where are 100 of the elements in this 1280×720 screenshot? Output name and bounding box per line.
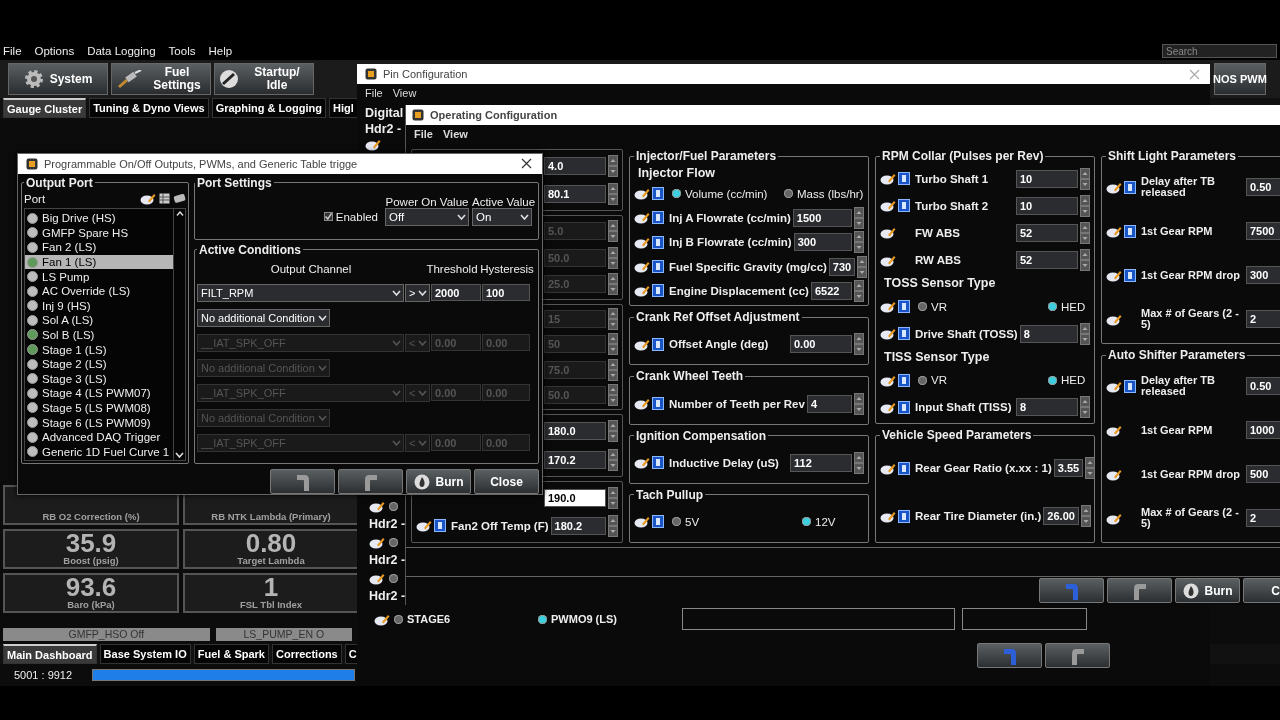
value-field[interactable]: 1500 [792, 208, 852, 227]
spin-buttons[interactable] [608, 383, 618, 406]
port-item[interactable]: AC Override (LS) [25, 283, 173, 299]
value-field[interactable]: 7500 [1246, 222, 1280, 240]
value-field[interactable]: 4 [806, 394, 852, 413]
menu-item[interactable]: Help [208, 45, 233, 57]
spin-buttons[interactable] [1080, 194, 1090, 217]
radio-button[interactable] [1048, 302, 1057, 312]
menu-item[interactable]: View [442, 128, 468, 140]
dropdown[interactable]: No additional Condition [197, 308, 330, 327]
spin-buttons[interactable] [1080, 167, 1090, 190]
port-item[interactable]: Stage 3 (LS) [25, 371, 173, 387]
spin-buttons[interactable] [608, 308, 618, 331]
value-field[interactable]: 500 [1246, 465, 1280, 483]
value-field[interactable]: 8 [1016, 398, 1078, 417]
spin-buttons[interactable] [857, 255, 868, 278]
value-field[interactable]: 1000 [1246, 421, 1280, 439]
radio-button[interactable] [389, 573, 398, 583]
value-field[interactable]: 4.0 [544, 157, 606, 176]
port-item[interactable]: Stage 6 (LS PWM09) [25, 415, 173, 430]
value-field[interactable]: 52 [1016, 251, 1078, 270]
menu-item[interactable]: File [414, 128, 433, 140]
value-field[interactable]: 0.50 [1246, 178, 1280, 196]
port-item[interactable]: Stage 1 (LS) [25, 342, 173, 357]
spin-buttons[interactable] [854, 206, 864, 229]
spin-buttons[interactable] [608, 220, 618, 243]
port-item[interactable]: LS Pump [25, 269, 173, 284]
value-field[interactable]: 2 [1246, 310, 1280, 328]
value-field[interactable]: 180.0 [544, 422, 606, 441]
burn-button[interactable]: Burn [406, 469, 471, 494]
port-item[interactable]: Stage 5 (LS PWM08) [25, 400, 173, 416]
spin-buttons[interactable] [854, 392, 864, 415]
spin-buttons[interactable] [854, 333, 864, 356]
toolbar-button[interactable]: Startup/ Idle [214, 63, 314, 95]
radio-button[interactable] [389, 501, 398, 511]
value-field[interactable]: 8 [1019, 324, 1078, 343]
value-field[interactable]: 3.55 [1053, 459, 1084, 477]
tab[interactable]: Fuel & Spark [193, 644, 269, 664]
spin-buttons[interactable] [608, 246, 618, 269]
spin-buttons[interactable] [854, 279, 864, 302]
radio-button[interactable] [389, 537, 398, 547]
value-field[interactable]: 100 [482, 283, 530, 301]
redo-button[interactable] [338, 469, 403, 494]
toolbar-button[interactable]: NOS PWM [1214, 63, 1266, 95]
undo-button[interactable] [1039, 578, 1104, 603]
radio-button[interactable] [784, 189, 793, 199]
radio-button[interactable] [802, 517, 811, 527]
menu-item[interactable]: Data Logging [87, 45, 156, 57]
value-field[interactable]: 180.2 [550, 516, 606, 535]
tab[interactable]: Higl [328, 98, 358, 118]
value-field[interactable]: 80.1 [544, 185, 606, 204]
close-button[interactable]: C [1243, 578, 1280, 603]
value-field[interactable]: 10 [1016, 169, 1078, 188]
spin-buttons[interactable] [1080, 221, 1090, 244]
dropdown[interactable]: On [472, 207, 532, 226]
spin-buttons[interactable] [608, 420, 618, 443]
tab[interactable]: Gauge Cluster [3, 98, 87, 118]
radio-button[interactable] [538, 614, 547, 624]
spin-buttons[interactable] [608, 514, 618, 537]
radio-button[interactable] [672, 189, 681, 199]
spin-buttons[interactable] [1085, 457, 1096, 479]
undo-button[interactable] [977, 643, 1042, 668]
port-item[interactable]: Sol B (LS) [25, 327, 173, 343]
tab[interactable]: Base System IO [99, 644, 191, 664]
value-field[interactable]: 300 [1246, 266, 1280, 284]
spin-buttons[interactable] [1080, 322, 1090, 345]
value-field[interactable]: 6522 [810, 281, 852, 300]
port-item[interactable]: Advanced DAQ Trigger [25, 429, 173, 445]
tab[interactable]: Corrections [272, 644, 342, 664]
scrollbar[interactable] [173, 208, 185, 460]
menu-item[interactable]: Options [34, 45, 75, 57]
radio-button[interactable] [1048, 375, 1057, 385]
port-item[interactable]: Fan 2 (LS) [25, 240, 173, 255]
close-button[interactable]: Close [474, 469, 539, 494]
radio-button[interactable] [394, 614, 403, 624]
menu-item[interactable]: View [392, 87, 417, 99]
checkbox[interactable]: Enabled [195, 207, 382, 226]
spin-buttons[interactable] [854, 451, 864, 474]
spin-buttons[interactable] [608, 272, 618, 295]
tab[interactable]: Main Dashboard [3, 644, 97, 664]
radio-button[interactable] [918, 375, 927, 385]
menu-item[interactable]: Tools [168, 45, 196, 57]
value-field[interactable]: 730 [828, 257, 856, 276]
menu-item[interactable]: File [3, 45, 22, 57]
tab[interactable]: Graphing & Logging [211, 98, 326, 118]
port-item[interactable]: Stage 4 (LS PWM07) [25, 386, 173, 401]
value-field[interactable]: 0.50 [1246, 377, 1280, 395]
tab[interactable]: Tuning & Dyno Views [89, 98, 209, 118]
value-field[interactable]: 10 [1016, 196, 1078, 215]
toolbar-button[interactable]: Fuel Settings [111, 63, 211, 95]
spin-buttons[interactable] [854, 231, 864, 254]
radio-button[interactable] [918, 302, 927, 312]
spin-buttons[interactable] [608, 486, 618, 509]
burn-button[interactable]: Burn [1175, 578, 1240, 603]
value-field[interactable]: 112 [790, 453, 852, 472]
spin-buttons[interactable] [1080, 249, 1090, 272]
dropdown[interactable]: Off [385, 207, 469, 226]
dropdown[interactable]: FILT_RPM [197, 283, 404, 302]
value-field[interactable]: 2000 [431, 283, 481, 301]
spin-buttons[interactable] [608, 448, 618, 471]
